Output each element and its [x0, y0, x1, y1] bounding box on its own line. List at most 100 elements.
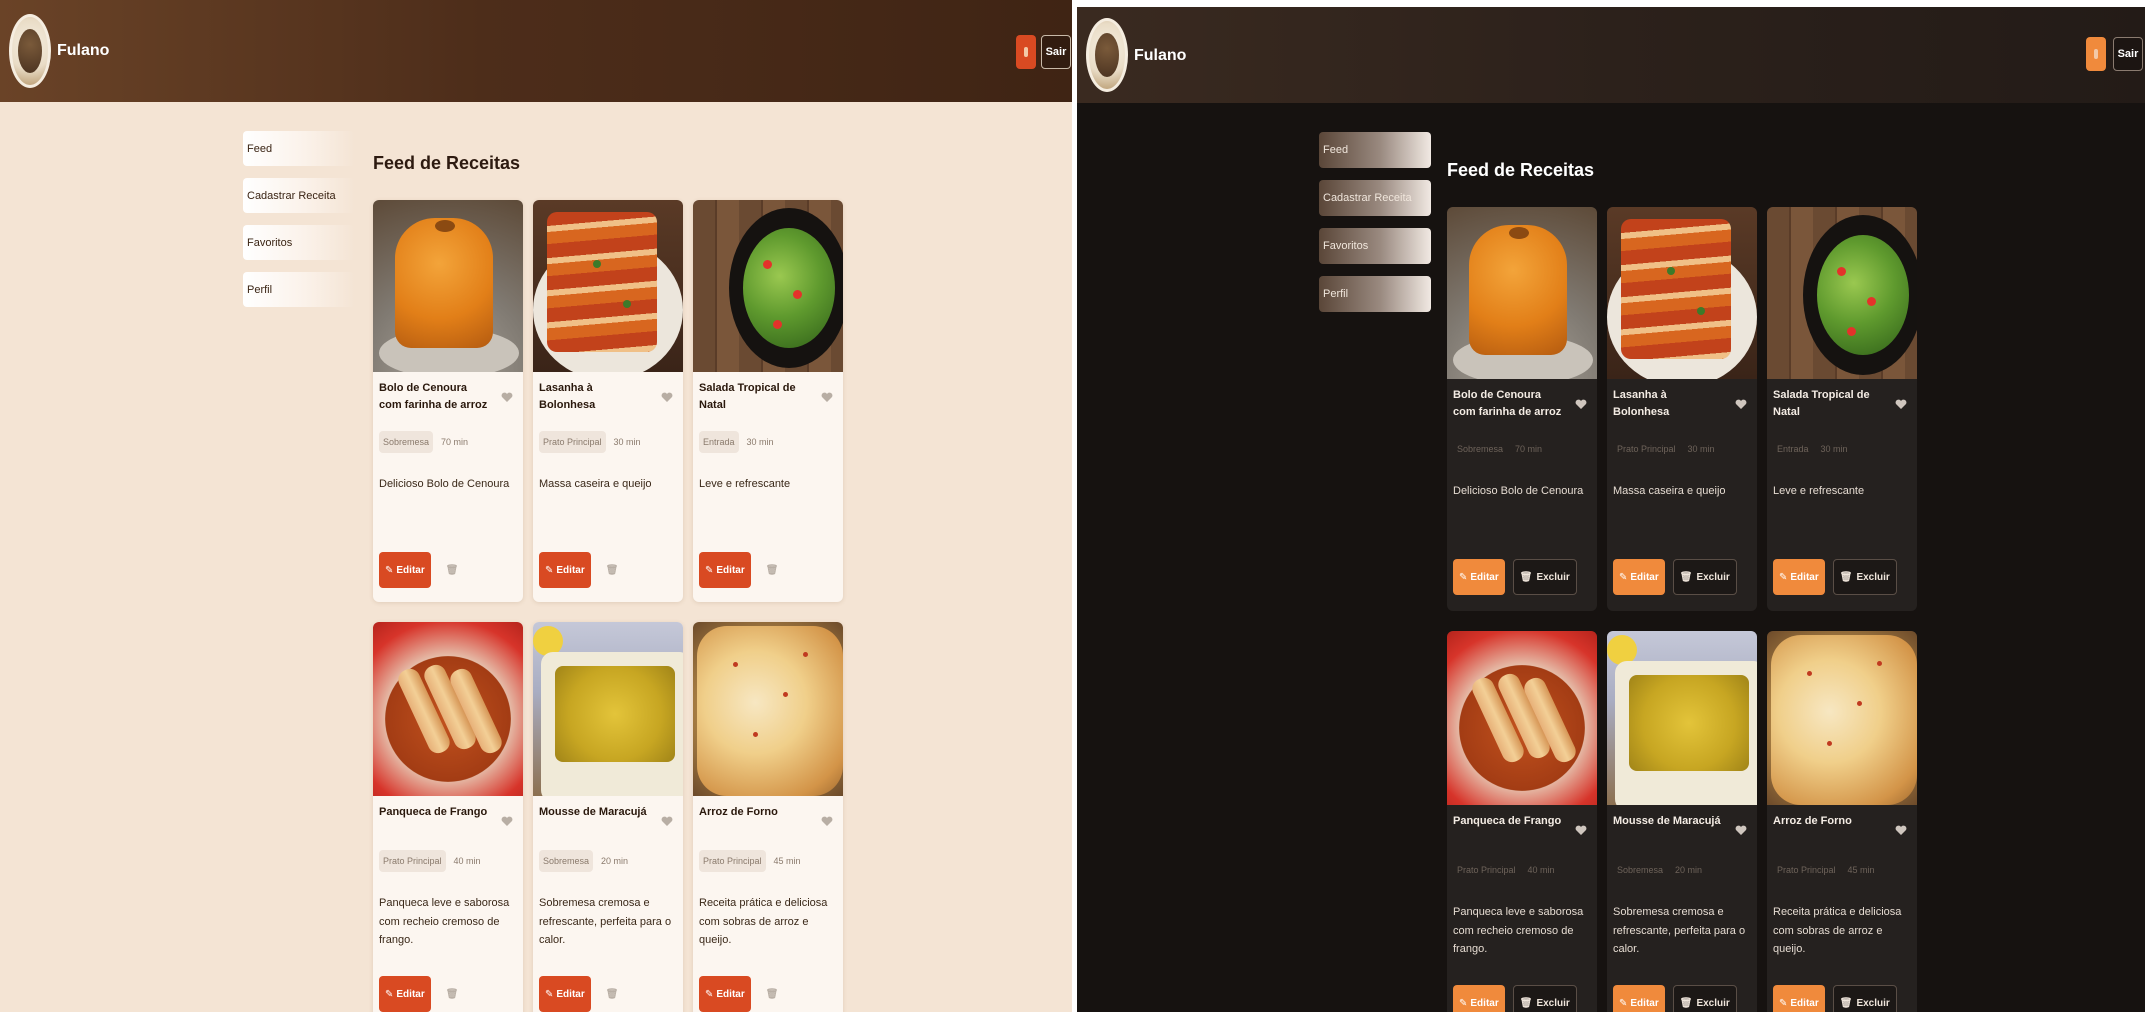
delete-label: Excluir: [782, 988, 816, 1000]
delete-button[interactable]: 🗑 Excluir: [1512, 559, 1577, 595]
trash-icon: 🗑: [1839, 997, 1853, 1009]
edit-label: Editar: [1470, 571, 1499, 583]
recipe-image: [1447, 631, 1597, 805]
edit-button[interactable]: ✎ Editar: [1773, 985, 1825, 1012]
edit-button[interactable]: ✎ Editar: [379, 976, 431, 1012]
heart-icon[interactable]: [661, 816, 673, 827]
pencil-icon: ✎: [705, 988, 714, 1000]
edit-button[interactable]: ✎ Editar: [1453, 559, 1505, 595]
pencil-icon: ✎: [385, 988, 394, 1000]
heart-icon[interactable]: [1735, 825, 1747, 836]
delete-button[interactable]: 🗑 Excluir: [598, 552, 663, 588]
recipe-card[interactable]: Bolo de Cenoura com farinha de arroz Sob…: [373, 200, 523, 602]
trash-icon: 🗑: [1519, 571, 1533, 583]
recipe-description: Sobremesa cremosa e refrescante, perfeit…: [539, 897, 672, 947]
delete-button[interactable]: 🗑 Excluir: [598, 976, 663, 1012]
recipe-card[interactable]: Salada Tropical de Natal Entrada 30 min L…: [1767, 207, 1917, 611]
delete-label: Excluir: [462, 988, 496, 1000]
delete-button[interactable]: 🗑 Excluir: [758, 552, 823, 588]
pencil-icon: ✎: [1779, 571, 1788, 583]
recipe-card[interactable]: Arroz de Forno Prato Principal 45 min Rec…: [693, 622, 843, 1012]
recipe-image: [1767, 207, 1917, 379]
edit-button[interactable]: ✎ Editar: [539, 552, 591, 588]
recipe-card[interactable]: Arroz de Forno Prato Principal 45 min Rec…: [1767, 631, 1917, 1012]
category-badge: Sobremesa: [379, 431, 434, 453]
sidebar-item-favorites[interactable]: Favoritos: [243, 225, 355, 260]
delete-button[interactable]: 🗑 Excluir: [1832, 985, 1897, 1012]
heart-icon[interactable]: [1895, 825, 1907, 836]
delete-button[interactable]: 🗑 Excluir: [1512, 985, 1577, 1012]
recipe-description: Panqueca leve e saborosa com recheio cre…: [1453, 906, 1584, 956]
delete-button[interactable]: 🗑 Excluir: [1832, 559, 1897, 595]
pencil-icon: ✎: [1619, 571, 1628, 583]
recipe-image: [1607, 631, 1757, 805]
heart-icon[interactable]: [501, 392, 513, 403]
prep-time: 45 min: [1847, 865, 1875, 875]
delete-button[interactable]: 🗑 Excluir: [1672, 559, 1737, 595]
sidebar: Feed Cadastrar Receita Favoritos Perfil: [1319, 132, 1431, 312]
trash-icon: 🗑: [1679, 997, 1693, 1009]
recipe-card[interactable]: Panqueca de Frango Prato Principal 40 min…: [373, 622, 523, 1012]
edit-button[interactable]: ✎ Editar: [699, 552, 751, 588]
pencil-icon: ✎: [1459, 997, 1468, 1009]
heart-icon[interactable]: [1575, 399, 1587, 410]
recipe-card[interactable]: Mousse de Maracujá Sobremesa 20 min Sobre…: [1607, 631, 1757, 1012]
edit-label: Editar: [556, 564, 585, 576]
heart-icon[interactable]: [661, 392, 673, 403]
edit-button[interactable]: ✎ Editar: [699, 976, 751, 1012]
recipe-card[interactable]: Lasanha à Bolonhesa Prato Principal 30 mi…: [533, 200, 683, 602]
sidebar-item-new-recipe[interactable]: Cadastrar Receita: [1319, 180, 1431, 216]
edit-label: Editar: [1790, 997, 1819, 1009]
heart-icon[interactable]: [501, 816, 513, 827]
edit-button[interactable]: ✎ Editar: [1773, 559, 1825, 595]
trash-icon: 🗑: [1839, 571, 1853, 583]
logo[interactable]: [1086, 18, 1128, 92]
edit-button[interactable]: ✎ Editar: [1453, 985, 1505, 1012]
recipe-card[interactable]: Mousse de Maracujá Sobremesa 20 min Sobre…: [533, 622, 683, 1012]
sidebar-item-profile[interactable]: Perfil: [243, 272, 355, 307]
page-title: Feed de Receitas: [373, 153, 521, 173]
recipe-card[interactable]: Panqueca de Frango Prato Principal 40 min…: [1447, 631, 1597, 1012]
category-badge: Prato Principal: [379, 850, 446, 872]
theme-toggle-button[interactable]: [2086, 37, 2106, 71]
sidebar-item-feed[interactable]: Feed: [1319, 132, 1431, 168]
heart-icon[interactable]: [1895, 399, 1907, 410]
delete-label: Excluir: [1856, 571, 1890, 583]
recipe-title: Mousse de Maracujá: [1613, 815, 1721, 827]
prep-time: 45 min: [773, 856, 801, 866]
sidebar-item-feed[interactable]: Feed: [243, 131, 355, 166]
prep-time: 30 min: [1687, 444, 1715, 454]
logout-button[interactable]: Sair: [2113, 37, 2143, 71]
heart-icon[interactable]: [1575, 825, 1587, 836]
category-badge: Prato Principal: [539, 431, 606, 453]
logout-button[interactable]: Sair: [1041, 35, 1071, 69]
recipe-description: Panqueca leve e saborosa com recheio cre…: [379, 897, 510, 947]
delete-button[interactable]: 🗑 Excluir: [438, 552, 503, 588]
delete-label: Excluir: [622, 988, 656, 1000]
delete-button[interactable]: 🗑 Excluir: [438, 976, 503, 1012]
prep-time: 30 min: [613, 437, 641, 447]
delete-label: Excluir: [1856, 997, 1890, 1009]
category-badge: Sobremesa: [1457, 444, 1504, 454]
edit-button[interactable]: ✎ Editar: [1613, 559, 1665, 595]
delete-label: Excluir: [1696, 571, 1730, 583]
theme-toggle-button[interactable]: [1016, 35, 1036, 69]
edit-button[interactable]: ✎ Editar: [1613, 985, 1665, 1012]
sidebar-item-favorites[interactable]: Favoritos: [1319, 228, 1431, 264]
recipe-title: Panqueca de Frango: [1453, 815, 1562, 827]
delete-label: Excluir: [782, 564, 816, 576]
edit-button[interactable]: ✎ Editar: [379, 552, 431, 588]
sidebar-item-new-recipe[interactable]: Cadastrar Receita: [243, 178, 355, 213]
recipe-card[interactable]: Lasanha à Bolonhesa Prato Principal 30 mi…: [1607, 207, 1757, 611]
recipe-card[interactable]: Salada Tropical de Natal Entrada 30 min L…: [693, 200, 843, 602]
heart-icon[interactable]: [821, 392, 833, 403]
heart-icon[interactable]: [1735, 399, 1747, 410]
recipe-card[interactable]: Bolo de Cenoura com farinha de arroz Sob…: [1447, 207, 1597, 611]
logo[interactable]: [9, 14, 51, 88]
delete-button[interactable]: 🗑 Excluir: [758, 976, 823, 1012]
edit-button[interactable]: ✎ Editar: [539, 976, 591, 1012]
sidebar-item-profile[interactable]: Perfil: [1319, 276, 1431, 312]
recipe-description: Leve e refrescante: [1773, 485, 1865, 497]
delete-button[interactable]: 🗑 Excluir: [1672, 985, 1737, 1012]
heart-icon[interactable]: [821, 816, 833, 827]
